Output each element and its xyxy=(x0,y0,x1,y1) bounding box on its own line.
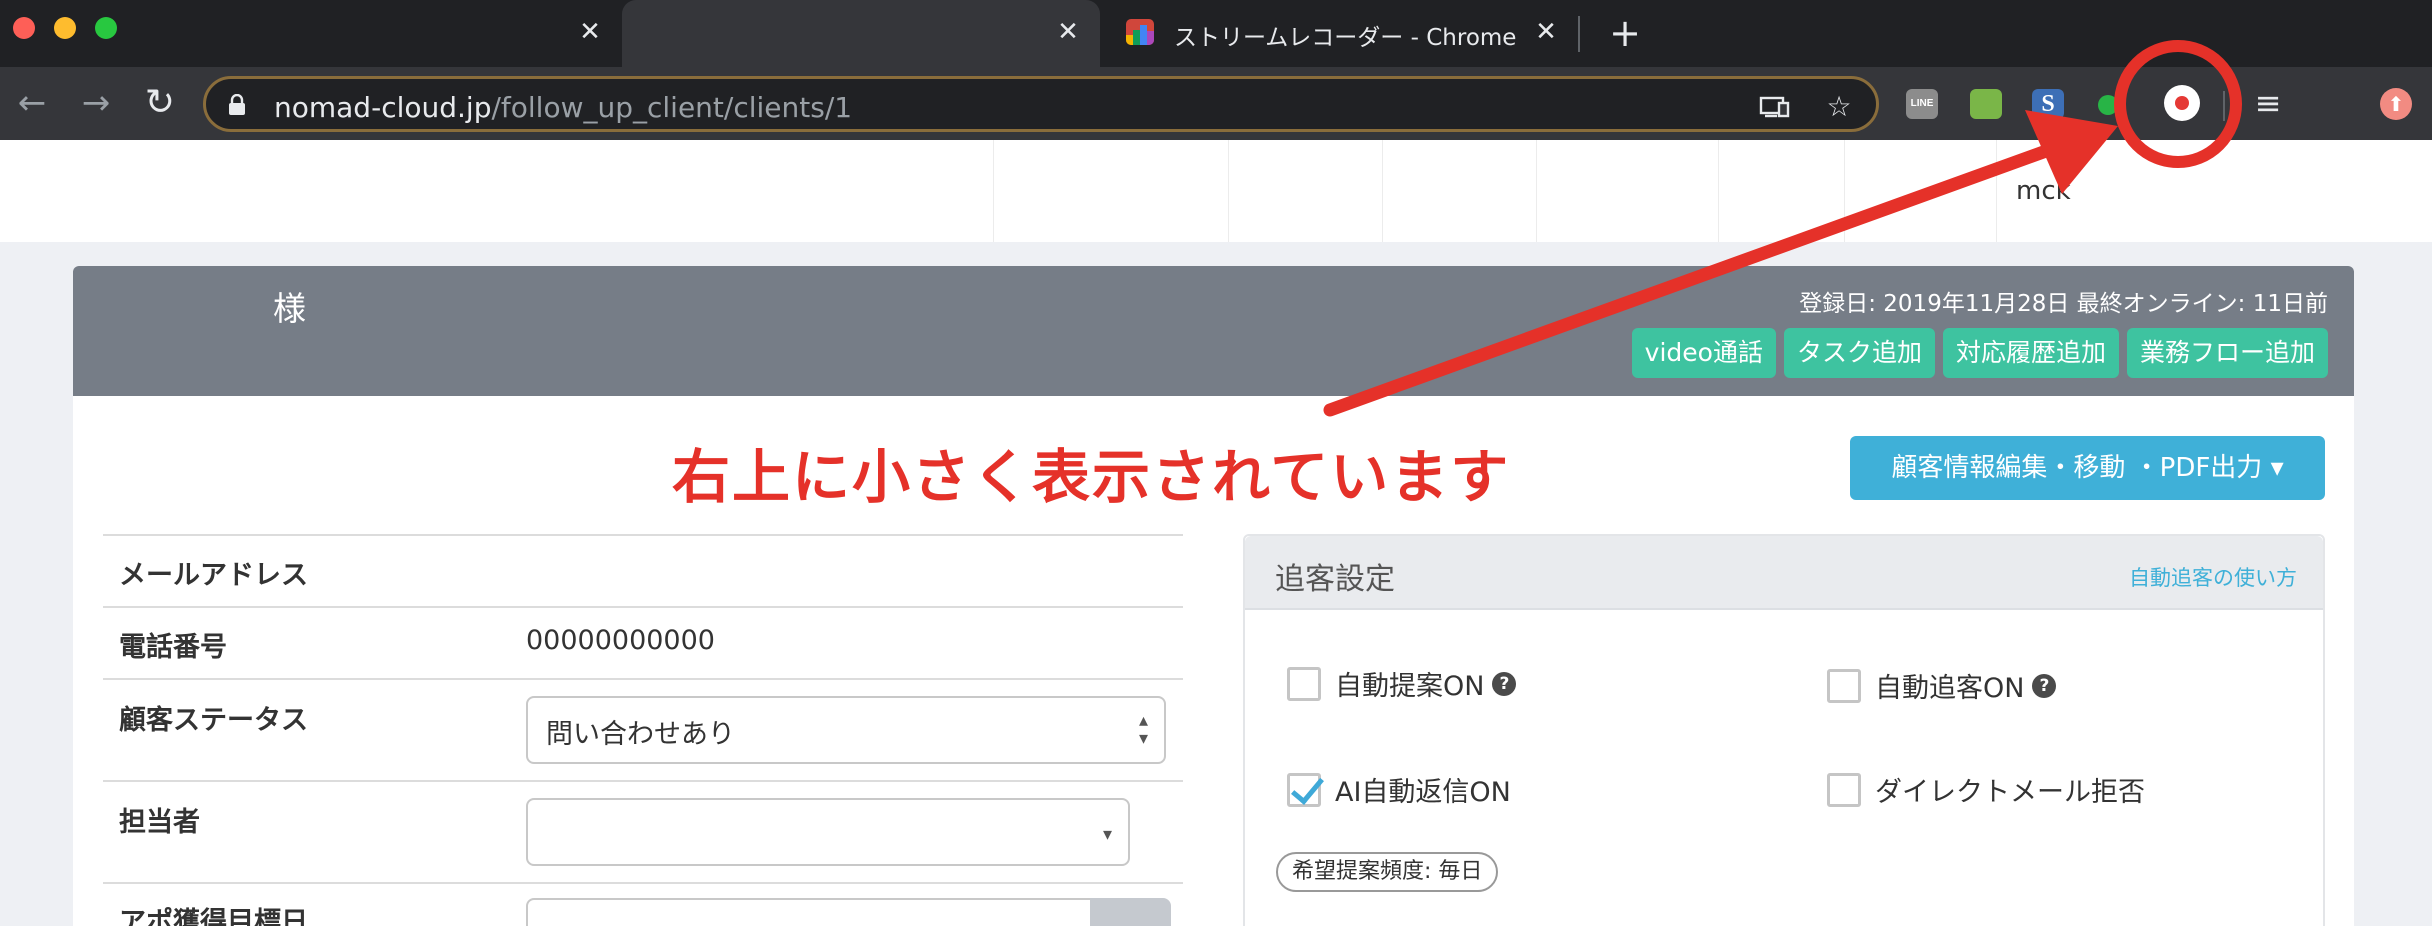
video-call-button[interactable]: video通話 xyxy=(1631,328,1776,378)
url-text[interactable]: nomad-cloud.jp/follow_up_client/clients/… xyxy=(274,91,852,124)
url-host: nomad-cloud.jp xyxy=(274,91,492,124)
zoom-window-button[interactable] xyxy=(95,17,117,39)
line-icon[interactable]: LINE xyxy=(1906,89,1938,119)
row-label: アポ獲得目標日 xyxy=(119,907,308,926)
green-ext-icon[interactable] xyxy=(1970,89,2002,119)
cast-device-icon[interactable] xyxy=(1759,91,1791,123)
client-card-header: 様 登録日: 2019年11月28日 最終オンライン: 11日前 video通話… xyxy=(73,266,2354,396)
auto-followup-checkbox[interactable]: 自動追客ON ? xyxy=(1827,666,2057,705)
checkbox[interactable] xyxy=(1827,668,1861,703)
new-tab-button[interactable]: + xyxy=(1605,14,1645,54)
panel-header: 追客設定 自動追客の使い方 xyxy=(1245,536,2323,610)
appointment-date-input[interactable] xyxy=(526,898,1094,926)
panel-title: 追客設定 xyxy=(1275,562,1395,597)
checkbox[interactable] xyxy=(1827,772,1861,807)
row-label: 担当者 xyxy=(119,807,200,838)
tab-close-icon[interactable]: ✕ xyxy=(1530,16,1562,48)
tab-separator xyxy=(1578,16,1580,52)
media-queue-icon[interactable]: ≡ xyxy=(2248,85,2288,121)
assignee-select[interactable]: ▾ xyxy=(526,798,1130,866)
add-history-button[interactable]: 対応履歴追加 xyxy=(1942,328,2119,378)
tab-stream-recorder[interactable]: ストリームレコーダー - Chrome ウ ✕ xyxy=(1110,0,1580,67)
tab-strip: ✕ ✕ ストリームレコーダー - Chrome ウ ✕ + xyxy=(0,0,2432,67)
lock-icon xyxy=(229,94,245,115)
proposal-frequency-badge[interactable]: 希望提案頻度: 毎日 xyxy=(1276,852,1499,892)
question-icon[interactable]: ? xyxy=(2032,673,2057,698)
bookmark-star-icon[interactable]: ☆ xyxy=(1823,91,1855,123)
table-row: 顧客ステータス 問い合わせあり ▴ ▾ xyxy=(103,678,1183,780)
tab-1[interactable]: ✕ xyxy=(560,0,622,67)
updown-arrows-icon: ▴ ▾ xyxy=(1138,710,1148,749)
address-bar[interactable]: nomad-cloud.jp/follow_up_client/clients/… xyxy=(203,76,1879,132)
table-row: アポ獲得目標日 xyxy=(103,882,1183,926)
edit-client-label: 顧客情報編集・移動 ・PDF出力 xyxy=(1891,453,2263,483)
checkbox-label: 自動提案ON xyxy=(1335,671,1485,702)
checkbox-checked[interactable] xyxy=(1287,772,1321,807)
table-row: 電話番号 00000000000 xyxy=(103,606,1183,678)
followup-settings-panel: 追客設定 自動追客の使い方 自動提案ON ? 自動追客ON ? AI自動返信ON… xyxy=(1243,534,2325,926)
table-row: 担当者 ▾ xyxy=(103,780,1183,882)
tab-close-icon[interactable]: ✕ xyxy=(1052,16,1084,48)
reload-icon[interactable]: ↻ xyxy=(140,83,180,123)
ai-auto-reply-checkbox[interactable]: AI自動返信ON xyxy=(1287,770,1511,809)
minimize-window-button[interactable] xyxy=(54,17,76,39)
url-path: /follow_up_client/clients/1 xyxy=(491,91,853,124)
annotation-text: 右上に小さく表示されています xyxy=(672,443,1511,511)
tab-active[interactable]: ✕ xyxy=(622,0,1100,67)
header-user-name[interactable]: mck xyxy=(2016,176,2071,206)
row-label: メールアドレス xyxy=(119,560,308,591)
back-arrow-icon[interactable]: ← xyxy=(12,83,52,123)
site-header: mck xyxy=(0,140,2432,242)
stream-recorder-favicon-icon xyxy=(1126,19,1154,45)
record-icon[interactable] xyxy=(2164,85,2200,121)
status-select[interactable]: 問い合わせあり ▴ ▾ xyxy=(526,696,1166,764)
add-workflow-button[interactable]: 業務フロー追加 xyxy=(2126,328,2328,378)
checkbox-label: AI自動返信ON xyxy=(1335,777,1511,808)
forward-arrow-icon[interactable]: → xyxy=(76,83,116,123)
direct-mail-refuse-checkbox[interactable]: ダイレクトメール拒否 xyxy=(1827,770,2145,809)
row-label: 電話番号 xyxy=(119,632,227,663)
client-name: 様 xyxy=(273,289,306,328)
s-ext-icon[interactable]: S xyxy=(2032,89,2064,119)
caret-down-icon: ▾ xyxy=(2270,453,2284,483)
edit-client-button[interactable]: 顧客情報編集・移動 ・PDF出力 ▾ xyxy=(1850,436,2325,500)
calendar-icon[interactable] xyxy=(1090,898,1171,926)
checkbox-label: ダイレクトメール拒否 xyxy=(1875,777,2145,808)
row-label: 顧客ステータス xyxy=(119,705,308,736)
toolbar-separator xyxy=(2223,91,2225,121)
table-row: メールアドレス xyxy=(103,534,1183,606)
status-select-value: 問い合わせあり xyxy=(546,719,735,750)
checkbox[interactable] xyxy=(1287,666,1321,701)
tab-title: ストリームレコーダー - Chrome ウ xyxy=(1174,25,1524,51)
phone-value: 00000000000 xyxy=(526,625,715,656)
browser-toolbar: ← → ↻ nomad-cloud.jp/follow_up_client/cl… xyxy=(0,67,2432,140)
auto-proposal-checkbox[interactable]: 自動提案ON ? xyxy=(1287,664,1517,703)
tab-close-icon[interactable]: ✕ xyxy=(574,16,606,48)
chevron-down-icon: ▾ xyxy=(1102,824,1112,845)
close-window-button[interactable] xyxy=(13,17,35,39)
green-dot-icon[interactable] xyxy=(2098,95,2118,115)
registration-info: 登録日: 2019年11月28日 最終オンライン: 11日前 xyxy=(1799,291,2328,317)
profile-update-icon[interactable]: ⬆ xyxy=(2380,88,2412,120)
followup-help-link[interactable]: 自動追客の使い方 xyxy=(2129,562,2297,592)
client-actions: video通話 タスク追加 対応履歴追加 業務フロー追加 xyxy=(1631,328,2328,378)
checkbox-label: 自動追客ON xyxy=(1875,673,2025,704)
add-task-button[interactable]: タスク追加 xyxy=(1783,328,1935,378)
question-icon[interactable]: ? xyxy=(1492,671,1517,696)
